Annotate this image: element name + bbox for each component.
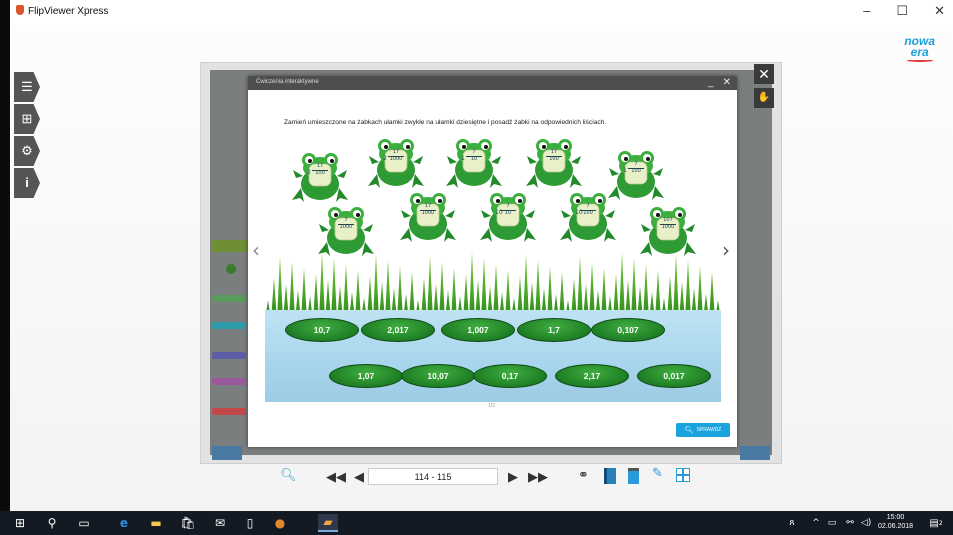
bookmark-icon[interactable] xyxy=(604,468,616,484)
fraction-whole: 1 xyxy=(461,155,465,162)
page-number-field[interactable]: 114 - 115 xyxy=(368,468,498,485)
task-view-icon[interactable]: ▭ xyxy=(74,514,94,532)
frog-fraction: 10 7 10 xyxy=(495,203,519,216)
fraction-whole: 1 xyxy=(623,167,627,174)
page-tag xyxy=(212,295,246,302)
check-button-label: SPRAWDŹ xyxy=(696,427,722,433)
frog-fraction: 17 1000 xyxy=(417,203,439,216)
title-bar: FlipViewer Xpress – ☐ ✕ xyxy=(10,0,953,24)
gear-icon: ⚙ xyxy=(21,143,33,158)
hand-tool-button[interactable]: ✋ xyxy=(754,88,774,108)
pond-scene: 10,7 2,017 1,007 1,7 0,107 1,07 10,07 0,17 2,17 0… xyxy=(265,236,721,402)
fraction-denominator: 10 xyxy=(470,155,478,162)
pen-icon[interactable]: ✎ xyxy=(652,466,663,481)
frog-fraction: 17100 xyxy=(543,149,565,162)
fraction-denominator: 100 xyxy=(315,169,325,176)
next-page-icon[interactable]: ▶ xyxy=(508,470,518,485)
notification-icon[interactable]: ▤ 2 xyxy=(926,514,946,532)
frog-card[interactable]: 1 7 10 xyxy=(444,134,504,190)
page-tag xyxy=(212,378,246,385)
screen-edge xyxy=(0,0,10,511)
fraction-whole: 2 xyxy=(383,155,387,162)
hand-icon: ✋ xyxy=(757,92,771,103)
lily-pad[interactable]: 0,17 xyxy=(473,364,547,388)
exercise-page-indicator: 1/2 xyxy=(488,403,495,409)
page-bullet-icon xyxy=(226,264,236,274)
frog-fraction: 10 7 100 xyxy=(575,203,599,216)
volume-icon[interactable]: ◁) xyxy=(856,514,876,532)
lily-pads-area: 10,7 2,017 1,007 1,7 0,107 1,07 10,07 0,17 2,17 0… xyxy=(265,236,721,402)
app-logo-icon xyxy=(16,5,24,15)
page-tag xyxy=(212,352,246,359)
mail-icon[interactable]: ✉ xyxy=(210,514,230,532)
document-icon[interactable]: ▯ xyxy=(240,514,260,532)
fraction-whole: 2 xyxy=(307,169,311,176)
taskbar: ⊞ ⚲ ▭ e ▬ 🛍︎ ✉ ▯ ● ▰ ጸ ^ ▭ ⚯ ◁) 15:00 02.… xyxy=(0,511,953,535)
lily-pad[interactable]: 1,07 xyxy=(329,364,403,388)
book-close-button[interactable]: ✕ xyxy=(754,64,774,84)
exercise-dialog: Ćwiczenia interaktywne _ ✕ Zamień umiesz… xyxy=(248,76,737,447)
start-windows-icon[interactable]: ⊞ xyxy=(10,514,30,532)
info-icon: i xyxy=(25,175,29,190)
lily-pad[interactable]: 2,017 xyxy=(361,318,435,342)
store-icon[interactable]: 🛍︎ xyxy=(178,514,198,532)
fraction-whole: 10 xyxy=(495,209,503,216)
frog-card[interactable]: 17100 xyxy=(524,134,584,190)
network-icon[interactable]: ▭ xyxy=(822,514,842,532)
check-button[interactable]: 🔍︎ SPRAWDŹ xyxy=(676,423,730,437)
lily-pad[interactable]: 10,07 xyxy=(401,364,475,388)
maximize-button[interactable]: ☐ xyxy=(896,3,908,19)
last-page-icon[interactable]: ▶▶ xyxy=(528,470,548,485)
list-icon: ☰ xyxy=(21,79,33,94)
file-explorer-icon[interactable]: ▬ xyxy=(146,514,166,532)
fraction-denominator: 100 xyxy=(549,155,559,162)
frog-fraction: 1 7 10 xyxy=(461,149,485,162)
page-tag xyxy=(212,322,246,329)
search-check-icon: 🔍︎ xyxy=(684,427,694,434)
frog-card[interactable]: 2 17 1000 xyxy=(366,134,426,190)
frog-fraction: 107 1000 xyxy=(657,217,679,230)
first-page-icon[interactable]: ◀◀ xyxy=(326,470,346,485)
fraction-denominator: 1000 xyxy=(389,155,403,162)
flipviewer-task-icon[interactable]: ▰ xyxy=(318,514,338,532)
edge-browser-icon[interactable]: e xyxy=(114,514,134,532)
fraction-denominator: 1000 xyxy=(421,209,435,216)
page-footer-right xyxy=(740,446,770,460)
notes-icon[interactable] xyxy=(628,468,639,484)
fraction-whole: 10 xyxy=(575,209,583,216)
frog-fraction: 2 17 100 xyxy=(307,163,331,176)
clock[interactable]: 15:00 02.06.2018 xyxy=(878,513,913,531)
fraction-denominator: 1000 xyxy=(339,223,353,230)
search-icon[interactable]: ⚲ xyxy=(42,514,62,532)
prev-page-icon[interactable]: ◀ xyxy=(354,470,364,485)
page-marker xyxy=(212,240,250,252)
fraction-denominator: 1000 xyxy=(661,223,675,230)
binoculars-icon[interactable]: ⚭ xyxy=(578,468,589,483)
lily-pad[interactable]: 0,017 xyxy=(637,364,711,388)
zoom-icon[interactable]: 🔍︎ xyxy=(280,468,297,483)
lily-pad[interactable]: 2,17 xyxy=(555,364,629,388)
minimize-button[interactable]: – xyxy=(863,3,870,19)
people-icon[interactable]: ጸ xyxy=(782,514,802,532)
page-footer-left xyxy=(212,446,242,460)
fraction-denominator: 100 xyxy=(631,167,641,174)
page-tag xyxy=(212,408,246,415)
publisher-logo: nowa era xyxy=(904,35,935,62)
frog-fraction: 2 17 1000 xyxy=(383,149,407,162)
search-pages-icon: ⊞ xyxy=(21,111,33,126)
frog-fraction: 7 1000 xyxy=(335,217,357,230)
frog-fraction: 17100 xyxy=(623,161,647,174)
lily-pad[interactable]: 1,7 xyxy=(517,318,591,342)
thumbnails-icon[interactable] xyxy=(676,468,690,482)
close-button[interactable]: ✕ xyxy=(934,3,945,19)
lily-pad[interactable]: 1,007 xyxy=(441,318,515,342)
app-title: FlipViewer Xpress xyxy=(28,6,109,17)
frog-card[interactable]: 2 17 100 xyxy=(290,148,350,204)
lily-pad[interactable]: 10,7 xyxy=(285,318,359,342)
lily-pad[interactable]: 0,107 xyxy=(591,318,665,342)
chrome-icon[interactable]: ● xyxy=(270,514,290,532)
